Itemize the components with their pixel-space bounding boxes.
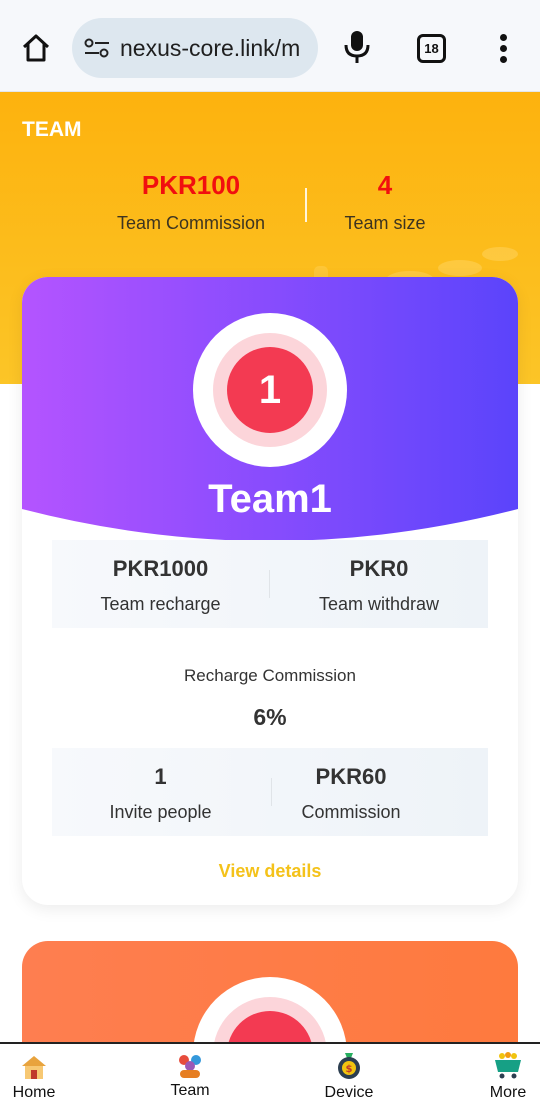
site-settings-icon[interactable] — [84, 38, 110, 58]
view-details-link[interactable]: View details — [22, 861, 518, 882]
team-size-label: Team size — [344, 213, 426, 233]
browser-toolbar: nexus-core.link/m 18 — [0, 0, 540, 92]
nav-label: Team — [170, 1082, 210, 1099]
recharge-withdraw-stats: PKR1000 Team recharge PKR0 Team withdraw — [52, 540, 488, 628]
commission-value: PKR60 — [315, 764, 387, 789]
team-withdraw-value: PKR0 — [349, 556, 409, 581]
nav-label: More — [489, 1084, 527, 1101]
microphone-icon[interactable] — [343, 30, 371, 64]
svg-text:$: $ — [346, 1064, 353, 1075]
team-level-badge: 1 — [193, 313, 347, 467]
tab-switcher-button[interactable]: 18 — [417, 34, 446, 63]
house-icon — [22, 1056, 46, 1079]
recharge-commission-value: 6% — [253, 704, 287, 730]
team-withdraw-label: Team withdraw — [318, 594, 440, 614]
commission-stat: PKR60 Commission — [234, 748, 468, 836]
recharge-commission-label: Recharge Commission — [184, 666, 356, 685]
address-bar[interactable]: nexus-core.link/m — [72, 18, 318, 78]
team-level-number: 1 — [227, 347, 313, 433]
team-recharge-value: PKR1000 — [112, 556, 209, 581]
bottom-navigation: Home Team $ Device More — [0, 1042, 540, 1110]
home-icon[interactable] — [20, 32, 52, 64]
stat-divider — [305, 188, 307, 222]
overflow-menu-icon[interactable] — [494, 34, 514, 63]
team-recharge-stat: PKR1000 Team recharge — [52, 540, 269, 628]
nav-team[interactable]: Team — [160, 1044, 220, 1110]
nav-more[interactable]: More — [478, 1044, 538, 1110]
team-withdraw-stat: PKR0 Team withdraw — [270, 540, 488, 628]
page-title: TEAM — [22, 118, 82, 141]
team-commission-stat: PKR100 Team Commission — [100, 170, 282, 234]
team-recharge-label: Team recharge — [100, 594, 221, 614]
team-name: Team1 — [208, 477, 332, 521]
nav-device[interactable]: $ Device — [316, 1044, 382, 1110]
team-commission-value: PKR100 — [141, 170, 241, 200]
invite-commission-stats: 1 Invite people PKR60 Commission — [52, 748, 488, 836]
url-text: nexus-core.link/m — [120, 35, 301, 61]
team-icon — [179, 1055, 201, 1078]
commission-label: Commission — [301, 802, 401, 822]
team-size-value: 4 — [377, 170, 393, 200]
team-size-stat: 4 Team size — [320, 170, 450, 234]
team-commission-label: Team Commission — [116, 213, 266, 233]
nav-label: Home — [12, 1084, 56, 1101]
nav-label: Device — [324, 1084, 374, 1101]
cart-icon — [495, 1052, 521, 1079]
team-level-card: 1 Team1 PKR1000 Team recharge PKR0 Team … — [22, 277, 518, 905]
money-bag-icon: $ — [338, 1053, 360, 1079]
nav-home[interactable]: Home — [4, 1044, 64, 1110]
